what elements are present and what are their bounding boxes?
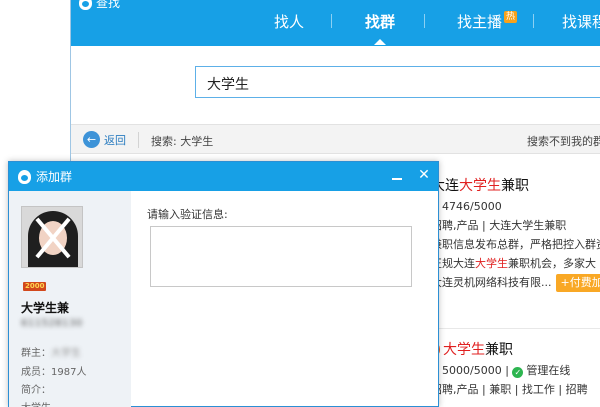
- back-button[interactable]: ← 返回: [83, 131, 126, 148]
- result-name[interactable]: 大连大学生兼职: [431, 175, 600, 197]
- search-input-value: 大学生: [207, 77, 249, 93]
- tab-divider: [533, 14, 534, 28]
- search-area: 大学生: [71, 46, 600, 124]
- result-desc-line1: 兼职信息发布总群，严格把控入群资: [431, 238, 600, 251]
- desc-text: 兼职机会，多家大: [508, 257, 596, 270]
- tab-divider: [331, 14, 332, 28]
- verify-label: 请输入验证信息:: [147, 208, 228, 221]
- result-name-suffix: 兼职: [501, 178, 529, 194]
- add-group-dialog: 添加群 ✕ 2000 大学生兼 611528130 群主：大学生 成员：1987…: [8, 161, 439, 407]
- check-icon: ✓: [512, 367, 524, 378]
- tab-find-course[interactable]: 找课程: [562, 11, 600, 32]
- hot-badge: 热: [504, 11, 518, 23]
- result-name-keyword: 大学生: [443, 342, 485, 358]
- result-members: 4746/5000: [431, 197, 600, 216]
- screen: 查找 找人 找群 找主播热 找课程 大学生 ← 返回 搜索: 大学生 搜索不到我…: [0, 0, 600, 407]
- search-breadcrumb: 搜索: 大学生: [151, 135, 214, 148]
- back-button-label: 返回: [104, 133, 126, 147]
- dialog-title: 添加群: [18, 168, 72, 185]
- tab-find-group[interactable]: 找群: [365, 11, 395, 45]
- paid-join-button[interactable]: +付费加群: [555, 274, 600, 292]
- group-avatar: [21, 206, 83, 268]
- back-arrow-icon: ←: [83, 131, 100, 148]
- group-id: 611528130: [21, 318, 83, 329]
- owner-label: 群主：: [21, 348, 51, 359]
- result-members: 5000/5000 | ✓ 管理在线: [431, 361, 600, 380]
- result-card[interactable]: 大连大学生兼职 4746/5000 招聘,产品 | 大连大学生兼职 兼职信息发布…: [431, 175, 600, 292]
- tab-find-people[interactable]: 找人: [274, 11, 304, 32]
- tab-find-streamer[interactable]: 找主播热: [457, 11, 518, 32]
- qq-penguin-icon: [79, 0, 92, 10]
- result-desc-line2: 正规大连大学生兼职机会，多家大: [431, 254, 600, 273]
- dialog-title-text: 添加群: [36, 170, 73, 184]
- result-name[interactable]: 大学生兼职: [431, 339, 600, 361]
- result-tags: 招聘,产品 | 大连大学生兼职: [431, 219, 567, 232]
- result-name-suffix: 兼职: [485, 342, 513, 358]
- dialog-titlebar[interactable]: 添加群 ✕: [9, 162, 438, 191]
- result-divider: [431, 328, 600, 329]
- admin-online-status: 管理在线: [526, 364, 571, 377]
- result-owner: 大连灵机网络科技有限...: [431, 276, 552, 289]
- group-owner: 群主：大学生: [21, 344, 81, 359]
- group-name: 大学生兼: [21, 301, 70, 315]
- not-found-link[interactable]: 搜索不到我的群: [527, 133, 600, 149]
- group-intro-value: 大学生: [21, 399, 51, 407]
- desc-keyword: 大学生: [475, 257, 508, 270]
- find-title-text: 查找: [96, 0, 121, 10]
- result-nav-bar: ← 返回 搜索: 大学生 搜索不到我的群: [71, 124, 600, 154]
- result-tags: 招聘,产品 | 兼职 | 找工作 | 招聘: [431, 383, 588, 396]
- group-level-badge: 2000: [23, 282, 47, 291]
- tab-divider: [424, 14, 425, 28]
- close-icon: ✕: [418, 167, 430, 183]
- group-intro-label: 简介：: [21, 385, 51, 396]
- tab-find-streamer-label: 找主播: [457, 13, 503, 31]
- verification-message-input[interactable]: [150, 226, 412, 287]
- result-owner-row: 大连灵机网络科技有限...+付费加群: [431, 273, 600, 292]
- find-title: 查找: [79, 0, 120, 11]
- find-titlebar: 查找 找人 找群 找主播热 找课程: [71, 0, 600, 46]
- group-info-panel: 2000 大学生兼 611528130 群主：大学生 成员：1987人 简介： …: [9, 191, 131, 407]
- close-button[interactable]: ✕: [417, 165, 431, 185]
- result-members-count: 5000/5000: [442, 364, 502, 377]
- result-members-count: 4746/5000: [442, 200, 502, 213]
- search-input[interactable]: 大学生: [195, 66, 600, 98]
- group-members: 成员：1987人: [21, 367, 87, 378]
- owner-value: 大学生: [51, 348, 81, 359]
- nav-divider: [138, 132, 139, 148]
- result-name-keyword: 大学生: [459, 178, 501, 194]
- qq-penguin-icon: [18, 169, 31, 184]
- minimize-button[interactable]: [390, 165, 404, 185]
- result-card[interactable]: 大学生兼职 5000/5000 | ✓ 管理在线 招聘,产品 | 兼职 | 找工作…: [431, 339, 600, 399]
